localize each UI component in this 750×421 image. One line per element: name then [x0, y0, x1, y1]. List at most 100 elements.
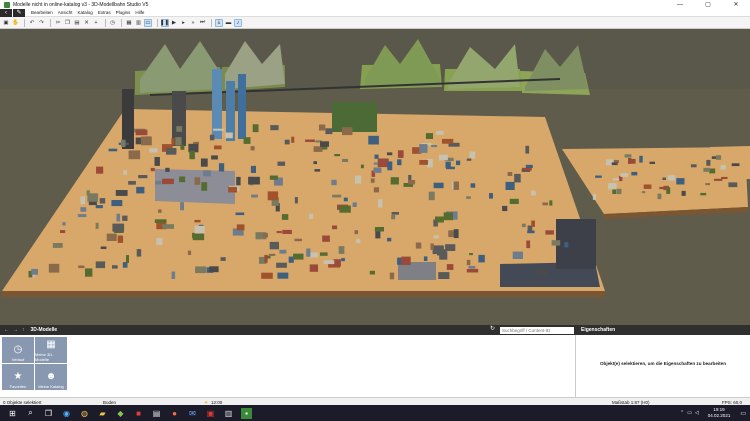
search-input[interactable] [500, 326, 574, 334]
model-item[interactable] [731, 163, 740, 167]
model-item[interactable] [175, 137, 182, 146]
model-item[interactable] [620, 173, 628, 177]
model-item[interactable] [387, 152, 393, 156]
model-item[interactable] [140, 136, 152, 146]
model-item[interactable] [52, 243, 63, 248]
model-item[interactable] [121, 139, 126, 148]
tools-icon[interactable]: ▬ [225, 19, 233, 27]
model-item[interactable] [236, 176, 241, 186]
model-item[interactable] [180, 144, 185, 150]
model-item[interactable] [320, 252, 328, 256]
model-item[interactable] [369, 270, 375, 275]
model-item[interactable] [703, 167, 711, 172]
grid-icon[interactable]: ▥ [135, 19, 143, 27]
tile-meine-katalog[interactable]: ☻ Meine Katalog [35, 364, 67, 390]
back-arrow-icon[interactable]: ← [4, 327, 9, 333]
sound-icon[interactable]: ♪ [234, 18, 242, 27]
model-item[interactable] [214, 145, 222, 150]
model-item[interactable] [432, 245, 444, 255]
model-item[interactable] [354, 230, 359, 235]
model-item[interactable] [85, 268, 93, 277]
model-item[interactable] [250, 165, 256, 173]
model-item[interactable] [430, 243, 434, 250]
model-item[interactable] [179, 176, 186, 183]
model-item[interactable] [608, 183, 617, 190]
model-item[interactable] [374, 154, 379, 159]
model-item[interactable] [377, 158, 389, 168]
model-item[interactable] [136, 249, 142, 257]
model-item[interactable] [154, 219, 167, 223]
menu-katalog[interactable]: Katalog [78, 10, 93, 15]
model-item[interactable] [171, 271, 176, 280]
model-item[interactable] [595, 175, 602, 178]
model-item[interactable] [77, 214, 87, 218]
model-item[interactable] [641, 191, 646, 194]
model-item[interactable] [218, 163, 225, 172]
model-item[interactable] [681, 190, 686, 196]
model-item[interactable] [112, 223, 125, 232]
model-item[interactable] [639, 155, 643, 163]
model-item[interactable] [281, 214, 289, 220]
model-item[interactable] [428, 191, 435, 201]
model-item[interactable] [525, 164, 533, 168]
maximize-button[interactable]: ▢ [694, 1, 722, 8]
up-arrow-icon[interactable]: ↑ [22, 327, 25, 333]
delete-icon[interactable]: ✕ [83, 19, 91, 27]
model-item[interactable] [270, 125, 279, 131]
3d-viewport[interactable] [0, 29, 750, 325]
model-item[interactable] [263, 233, 268, 238]
model-item[interactable] [116, 213, 121, 222]
model-item[interactable] [667, 175, 676, 181]
model-item[interactable] [165, 167, 170, 172]
redo-icon[interactable]: ↷ [38, 19, 46, 27]
model-item[interactable] [261, 272, 273, 279]
chevron-up-icon[interactable]: ⌃ [680, 410, 684, 416]
model-item[interactable] [611, 162, 618, 166]
model-item[interactable] [313, 161, 317, 165]
menu-hilfe[interactable]: Hilfe [135, 10, 144, 15]
model-item[interactable] [279, 249, 287, 254]
model-item[interactable] [397, 150, 404, 158]
model-item[interactable] [342, 127, 353, 136]
model-item[interactable] [343, 197, 348, 202]
model-item[interactable] [624, 154, 632, 158]
model-item[interactable] [194, 177, 201, 185]
model-item[interactable] [322, 235, 330, 242]
model-item[interactable] [128, 181, 136, 185]
model-item[interactable] [123, 170, 127, 175]
model-item[interactable] [209, 266, 219, 273]
model-item[interactable] [390, 177, 399, 185]
model-item[interactable] [62, 222, 66, 226]
model-item[interactable] [138, 175, 148, 179]
model-item[interactable] [80, 207, 87, 212]
model-item[interactable] [334, 154, 341, 157]
model-item[interactable] [194, 225, 205, 234]
model-item[interactable] [373, 162, 379, 165]
model-item[interactable] [325, 128, 333, 135]
model-item[interactable] [352, 202, 357, 207]
menu-bearbeiten[interactable]: Bearbeiten [31, 10, 53, 15]
tile-verlauf[interactable]: ◷ Verlauf [2, 337, 34, 363]
model-item[interactable] [728, 182, 738, 188]
cut-icon[interactable]: ✂ [54, 19, 62, 27]
model-item[interactable] [456, 160, 461, 166]
model-item[interactable] [700, 192, 707, 196]
model-item[interactable] [489, 193, 493, 199]
model-item[interactable] [631, 171, 638, 176]
model-item[interactable] [200, 158, 208, 167]
layout-icon[interactable]: ▦ [125, 19, 133, 27]
windows-start-icon[interactable]: ⊞ [7, 408, 18, 419]
model-item[interactable] [228, 186, 237, 193]
tile-favoriten[interactable]: ★ Favoriten [2, 364, 34, 390]
model-item[interactable] [676, 178, 685, 185]
model-item[interactable] [309, 264, 318, 272]
model-item[interactable] [203, 170, 211, 177]
model-item[interactable] [391, 214, 396, 220]
model-item[interactable] [333, 259, 341, 267]
model-item[interactable] [122, 262, 128, 268]
model-item[interactable] [319, 124, 326, 131]
model-item[interactable] [305, 139, 315, 143]
model-item[interactable] [155, 180, 162, 185]
model-item[interactable] [514, 173, 521, 183]
notification-icon[interactable]: ▭ [740, 410, 746, 417]
